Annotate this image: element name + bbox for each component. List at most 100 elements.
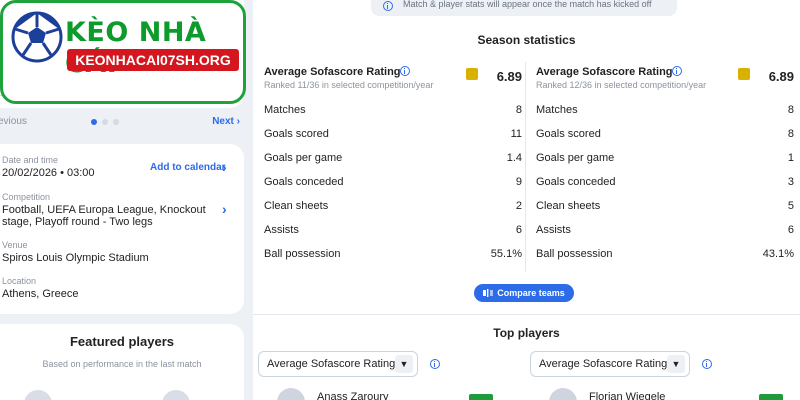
- stat-value: 6: [515, 224, 522, 236]
- rating-title: Average Sofascore Rating: [264, 66, 401, 78]
- logo-url-badge: KEONHACAI07SH.ORG: [67, 49, 239, 71]
- add-to-calendar-link[interactable]: Add to calendar: [150, 162, 226, 173]
- previous-link[interactable]: evious: [0, 116, 27, 127]
- stat-value: 5: [787, 200, 794, 212]
- stat-label: Ball possession: [264, 248, 341, 260]
- competition-line-2: stage, Playoff round - Two legs: [2, 216, 153, 228]
- stat-value: 8: [787, 104, 794, 116]
- pager: evious Next ›: [0, 116, 244, 130]
- banner-text: Match & player stats will appear once th…: [403, 0, 652, 9]
- pager-dot[interactable]: [91, 119, 97, 125]
- stat-value: 3: [787, 176, 794, 188]
- date-label: Date and time: [2, 155, 59, 165]
- stat-value: 6: [787, 224, 794, 236]
- info-icon[interactable]: [702, 359, 712, 369]
- stat-row: Matches 8: [536, 98, 794, 122]
- away-team-stats: Average Sofascore Rating Ranked 12/36 in…: [536, 62, 794, 266]
- top-players-title: Top players: [493, 326, 560, 340]
- stat-row: Goals scored 11: [264, 122, 522, 146]
- stat-label: Clean sheets: [536, 200, 601, 212]
- home-team-stats: Average Sofascore Rating Ranked 11/36 in…: [264, 62, 522, 266]
- stat-value: 8: [787, 128, 794, 140]
- stat-row: Goals per game 1.4: [264, 146, 522, 170]
- stat-label: Ball possession: [536, 248, 613, 260]
- pre-match-banner: Match & player stats will appear once th…: [371, 0, 677, 16]
- column-divider: [525, 62, 526, 272]
- stat-row: Goals per game 1: [536, 146, 794, 170]
- stat-row: Ball possession 55.1%: [264, 242, 522, 266]
- venue-label: Venue: [2, 240, 28, 250]
- stat-row: Goals scored 8: [536, 122, 794, 146]
- pager-dot[interactable]: [113, 119, 119, 125]
- stat-row: Goals conceded 3: [536, 170, 794, 194]
- info-icon[interactable]: [430, 359, 440, 369]
- location-value: Athens, Greece: [2, 288, 79, 300]
- stat-value: 1.4: [506, 152, 522, 164]
- player-rating-badge: [759, 394, 783, 400]
- player-avatar[interactable]: [549, 388, 577, 400]
- compare-icon: [483, 289, 494, 297]
- stat-label: Goals scored: [264, 128, 329, 140]
- player-name[interactable]: Florian Wiegele: [589, 391, 665, 400]
- venue-value: Spiros Louis Olympic Stadium: [2, 252, 149, 264]
- compare-teams-label: Compare teams: [497, 288, 565, 298]
- away-rating-header: Average Sofascore Rating Ranked 12/36 in…: [536, 62, 794, 98]
- rating-badge-icon: [466, 68, 478, 80]
- caret-down-icon: ▼: [667, 355, 685, 373]
- stat-label: Goals conceded: [536, 176, 616, 188]
- date-value: 20/02/2026 • 03:00: [2, 167, 95, 179]
- home-rating-header: Average Sofascore Rating Ranked 11/36 in…: [264, 62, 522, 98]
- info-icon[interactable]: [400, 66, 410, 76]
- player-name[interactable]: Anass Zaroury: [317, 391, 389, 400]
- stat-value: 55.1%: [490, 248, 522, 260]
- pager-dots: [91, 119, 119, 125]
- stat-value: 1: [787, 152, 794, 164]
- select-value: Average Sofascore Rating: [539, 358, 668, 370]
- rating-value: 6.89: [496, 69, 522, 84]
- stat-row: Matches 8: [264, 98, 522, 122]
- chevron-right-icon: ›: [236, 116, 240, 127]
- stats-panel: Match & player stats will appear once th…: [253, 0, 800, 400]
- stat-label: Matches: [536, 104, 578, 116]
- away-stat-select[interactable]: Average Sofascore Rating ▼: [530, 351, 690, 377]
- home-stat-select[interactable]: Average Sofascore Rating ▼: [258, 351, 418, 377]
- site-logo[interactable]: KÈO NHÀ CÁI KEONHACAI07SH.ORG: [0, 0, 246, 104]
- info-icon[interactable]: [672, 66, 682, 76]
- stat-label: Goals conceded: [264, 176, 344, 188]
- caret-down-icon: ▼: [395, 355, 413, 373]
- competition-line-1: Football, UEFA Europa League, Knockout: [2, 204, 206, 216]
- pager-dot[interactable]: [102, 119, 108, 125]
- rating-rank: Ranked 11/36 in selected competition/yea…: [264, 80, 434, 90]
- soccer-ball-icon: [11, 11, 63, 63]
- chevron-right-icon[interactable]: ›: [222, 159, 227, 175]
- rating-rank: Ranked 12/36 in selected competition/yea…: [536, 80, 707, 90]
- rating-badge-icon: [738, 68, 750, 80]
- stat-row: Ball possession 43.1%: [536, 242, 794, 266]
- rating-title: Average Sofascore Rating: [536, 66, 673, 78]
- next-label: Next: [212, 116, 234, 127]
- stat-row: Goals conceded 9: [264, 170, 522, 194]
- stat-label: Assists: [536, 224, 571, 236]
- location-label: Location: [2, 276, 37, 286]
- stat-row: Assists 6: [264, 218, 522, 242]
- stat-label: Assists: [264, 224, 299, 236]
- select-value: Average Sofascore Rating: [267, 358, 396, 370]
- competition-label: Competition: [2, 192, 51, 202]
- stat-label: Goals per game: [264, 152, 343, 164]
- season-statistics-title: Season statistics: [477, 33, 576, 47]
- stat-row: Clean sheets 5: [536, 194, 794, 218]
- stat-value: 2: [515, 200, 522, 212]
- stat-label: Matches: [264, 104, 306, 116]
- chevron-right-icon[interactable]: ›: [222, 201, 227, 217]
- featured-players-subtitle: Based on performance in the last match: [42, 359, 202, 369]
- stat-row: Clean sheets 2: [264, 194, 522, 218]
- player-avatar[interactable]: [277, 388, 305, 400]
- stat-label: Goals scored: [536, 128, 601, 140]
- compare-teams-button[interactable]: Compare teams: [474, 284, 574, 302]
- player-rating-badge: [469, 394, 493, 400]
- next-link[interactable]: Next ›: [212, 116, 240, 127]
- rating-value: 6.89: [768, 69, 794, 84]
- stat-value: 11: [510, 128, 522, 140]
- section-divider: [253, 314, 800, 315]
- featured-players-title: Featured players: [69, 334, 175, 349]
